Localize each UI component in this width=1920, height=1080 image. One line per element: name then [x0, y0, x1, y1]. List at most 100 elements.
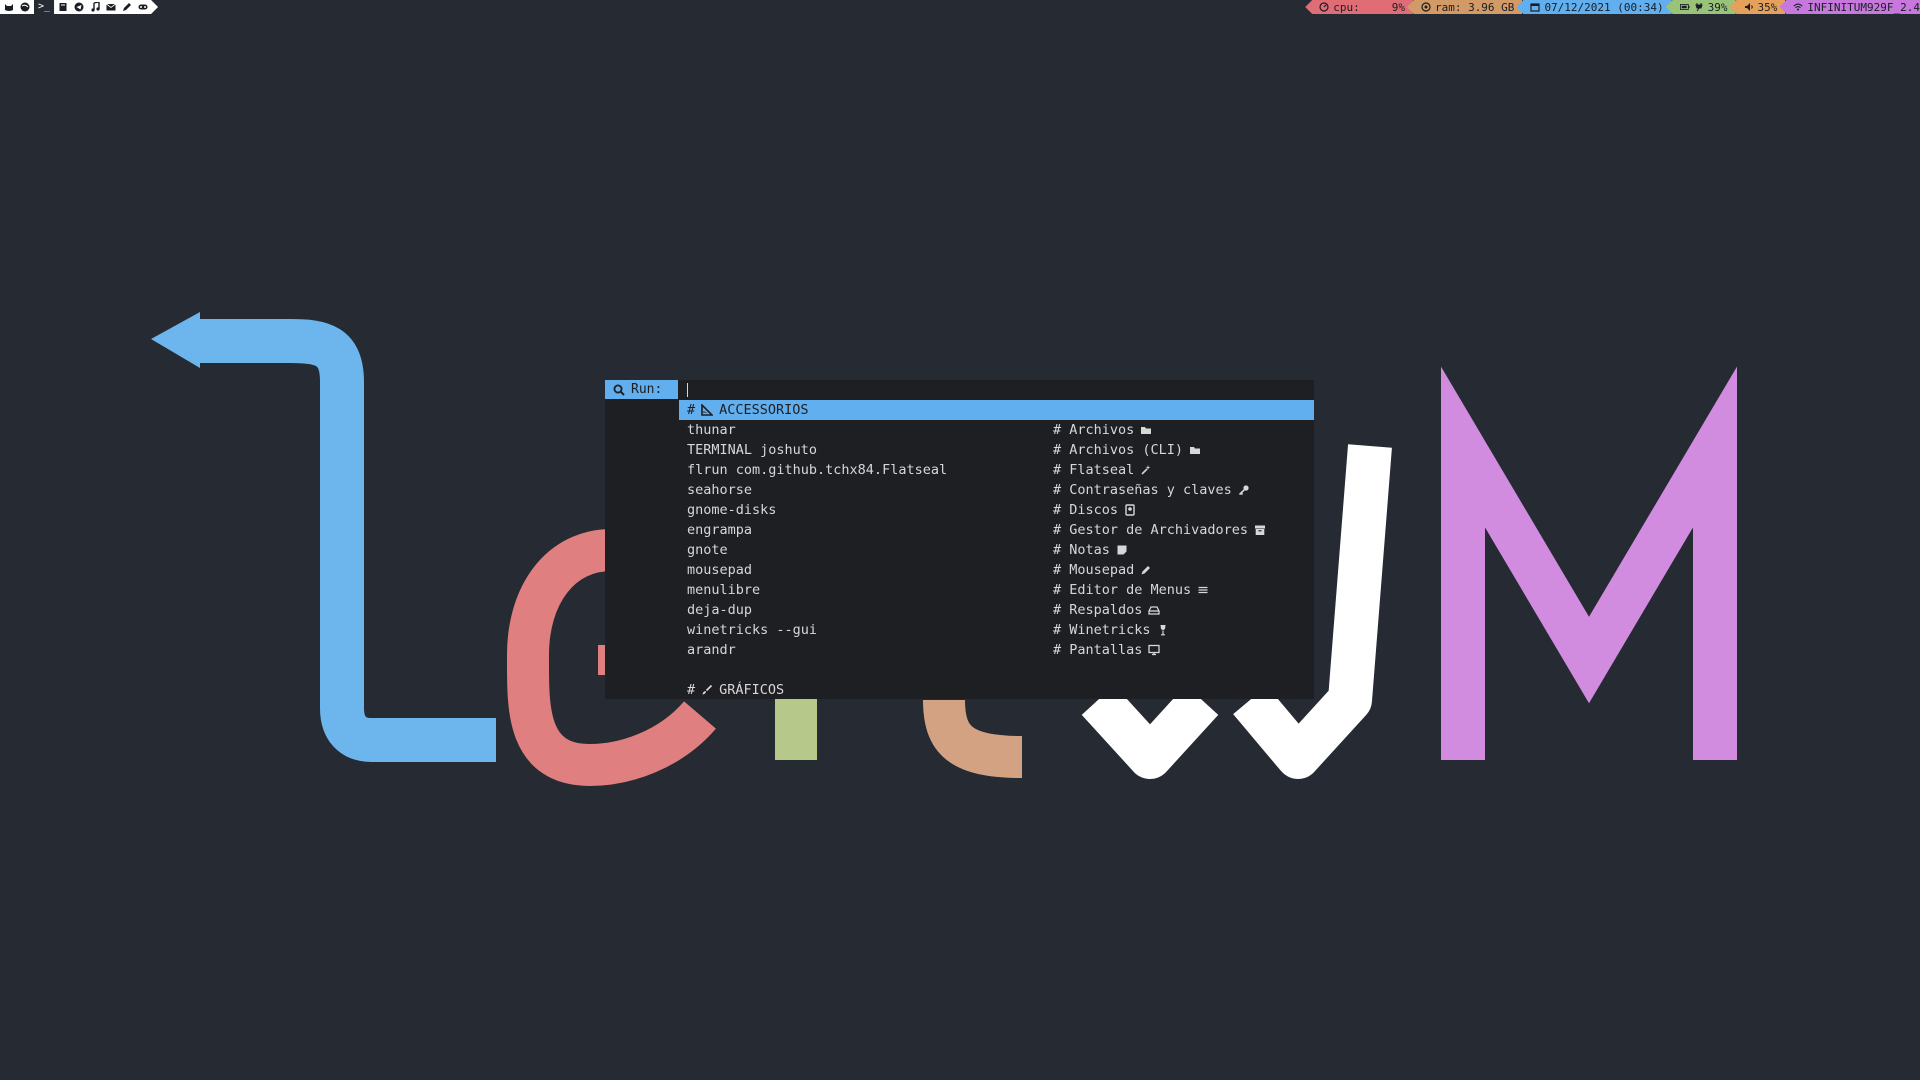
plug-icon — [1694, 3, 1703, 12]
entry-description-text: # Contraseñas y claves — [1053, 482, 1232, 498]
entry-description-text: # Editor de Menus — [1053, 582, 1192, 598]
logo-letter-f — [775, 690, 817, 760]
list-item[interactable]: winetricks --gui # Winetricks — [679, 620, 1314, 640]
list-item[interactable]: seahorse # Contraseñas y claves — [679, 480, 1314, 500]
logo-letter-m — [1441, 366, 1737, 760]
hash-mark: # — [687, 402, 696, 418]
entry-description-text: # Archivos — [1053, 422, 1135, 438]
book-icon[interactable] — [58, 2, 68, 12]
monitor-icon — [1148, 644, 1161, 656]
cpu-label: cpu: — [1333, 0, 1360, 14]
prompt-label: Run: — [631, 382, 663, 397]
list-item[interactable]: thunar # Archivos — [679, 420, 1314, 440]
text-caret — [687, 383, 688, 397]
list-item[interactable]: flrun com.github.tchx84.Flatseal # Flatse… — [679, 460, 1314, 480]
magic-wand-icon — [1140, 464, 1152, 476]
gauge-icon — [1319, 2, 1329, 12]
key-icon — [1238, 484, 1250, 496]
cpu-module[interactable]: cpu: 9% — [1305, 0, 1413, 14]
cat-icon[interactable] — [4, 2, 14, 12]
results-list: # ACCESSORIOS thunar # Archivos TERMINAL jos… — [679, 400, 1314, 700]
pen-icon — [1140, 564, 1152, 576]
entry-description-text: # Flatseal — [1053, 462, 1135, 478]
date-module[interactable]: 07/12/2021 (00:34) — [1516, 0, 1672, 14]
list-item[interactable]: TERMINAL joshuto # Archivos (CLI) — [679, 440, 1314, 460]
wine-glass-icon — [1157, 624, 1169, 636]
folder-icon — [1189, 444, 1201, 456]
entry-command: gnome-disks — [687, 502, 777, 518]
entry-command: deja-dup — [687, 602, 753, 618]
section-label: ACCESSORIOS — [719, 402, 809, 418]
pencil-icon[interactable] — [122, 2, 132, 12]
telegram-icon[interactable] — [74, 2, 84, 12]
rofi-launcher: Run: # ACCESSORIOS thunar # Archivos TERMINA… — [605, 380, 1314, 699]
globe-icon[interactable] — [20, 2, 30, 12]
entry-command: flrun com.github.tchx84.Flatseal — [687, 462, 948, 478]
entry-description: # Gestor de Archivadores — [1053, 520, 1266, 540]
tag-group-tools — [54, 0, 158, 14]
logo-letter-l — [151, 312, 496, 762]
gamepad-icon[interactable] — [138, 2, 148, 12]
battery-value: 39% — [1707, 0, 1728, 14]
section-header[interactable]: # GRÁFICOS — [679, 680, 1314, 700]
logo-letter-t — [923, 699, 1023, 778]
run-input[interactable] — [678, 380, 1314, 399]
music-icon[interactable] — [90, 2, 100, 12]
list-item[interactable]: mousepad # Mousepad — [679, 560, 1314, 580]
section-header-content: # ACCESSORIOS — [687, 400, 809, 420]
sticky-note-icon — [1116, 544, 1128, 556]
entry-description: # Contraseñas y claves — [1053, 480, 1250, 500]
hash-mark: # — [687, 682, 696, 698]
archive-icon — [1254, 524, 1266, 536]
battery-module[interactable]: 39% — [1665, 0, 1736, 14]
folder-icon — [1140, 424, 1152, 436]
entry-description-text: # Notas — [1053, 542, 1110, 558]
entry-description-text: # Gestor de Archivadores — [1053, 522, 1249, 538]
ruler-icon — [701, 404, 714, 416]
workspace-tags: >_ — [0, 0, 158, 14]
list-item[interactable]: engrampa # Gestor de Archivadores — [679, 520, 1314, 540]
list-item[interactable]: menulibre # Editor de Menus — [679, 580, 1314, 600]
battery-icon — [1679, 4, 1690, 10]
entry-description: # Discos — [1053, 500, 1136, 520]
section-header[interactable]: # ACCESSORIOS — [679, 400, 1314, 420]
entry-command: engrampa — [687, 522, 753, 538]
entry-description-text: # Discos — [1053, 502, 1119, 518]
wifi-ssid: INFINITUM929F_2.4 — [1807, 0, 1920, 14]
entry-description: # Pantallas — [1053, 640, 1161, 660]
entry-command: menulibre — [687, 582, 761, 598]
entry-description: # Flatseal — [1053, 460, 1152, 480]
wifi-module[interactable]: INFINITUM929F_2.4 — [1779, 0, 1920, 14]
speaker-icon — [1744, 3, 1753, 11]
entry-description-text: # Mousepad — [1053, 562, 1135, 578]
entry-description: # Notas — [1053, 540, 1128, 560]
ram-module[interactable]: ram: 3.96 GB — [1406, 0, 1523, 14]
terminal-icon: >_ — [38, 1, 51, 12]
entry-command: TERMINAL joshuto — [687, 442, 818, 458]
section-header-content: # GRÁFICOS — [687, 680, 784, 700]
search-icon — [613, 384, 625, 396]
entry-command: seahorse — [687, 482, 753, 498]
menu-lines-icon — [1197, 584, 1209, 596]
hard-drive-icon — [1124, 504, 1136, 516]
tag-terminal[interactable]: >_ — [34, 0, 55, 14]
entry-description: # Mousepad — [1053, 560, 1152, 580]
entry-command: winetricks --gui — [687, 622, 818, 638]
mail-icon[interactable] — [106, 2, 116, 12]
entry-command: mousepad — [687, 562, 753, 578]
volume-module[interactable]: 35% — [1729, 0, 1786, 14]
entry-command: arandr — [687, 642, 736, 658]
backup-drive-icon — [1148, 604, 1161, 616]
entry-description: # Respaldos — [1053, 600, 1161, 620]
list-item[interactable]: arandr # Pantallas — [679, 640, 1314, 660]
list-item[interactable]: deja-dup # Respaldos — [679, 600, 1314, 620]
ram-label: ram: 3.96 GB — [1434, 0, 1515, 14]
list-item[interactable]: gnome-disks # Discos — [679, 500, 1314, 520]
list-item[interactable]: gnote # Notas — [679, 540, 1314, 560]
status-modules: cpu: 9% ram: 3.96 GB 07/12/2021 (00:34) … — [1305, 0, 1920, 14]
entry-command: gnote — [687, 542, 728, 558]
chip-icon — [1421, 2, 1431, 12]
cpu-value: 9% — [1391, 0, 1405, 14]
blank-row — [679, 660, 1314, 680]
entry-description: # Archivos (CLI) — [1053, 440, 1201, 460]
